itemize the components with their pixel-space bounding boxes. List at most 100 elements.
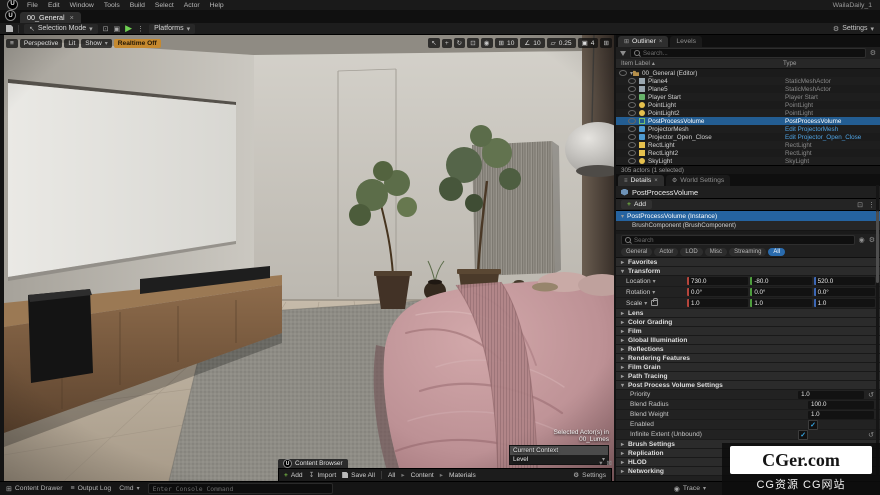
section-ppv-settings[interactable]: ▾Post Process Volume Settings xyxy=(616,381,880,390)
scale-tool-icon[interactable]: ⊡ xyxy=(467,38,479,48)
reset-icon[interactable]: ↺ xyxy=(868,391,874,399)
play-button[interactable]: ▶ xyxy=(125,23,132,34)
table-row-selected[interactable]: PostProcessVolumePostProcessVolume xyxy=(616,117,880,125)
tab-lod[interactable]: LOD xyxy=(680,248,702,256)
close-icon[interactable]: × xyxy=(70,13,74,22)
show-dropdown[interactable]: Show▾ xyxy=(81,39,112,48)
add-component-button[interactable]: + Add xyxy=(621,200,652,209)
tab-00-general[interactable]: 00_General × xyxy=(20,12,81,23)
tab-streaming[interactable]: Streaming xyxy=(729,248,766,256)
close-drawer-icon[interactable]: ⊠ xyxy=(607,459,612,467)
visibility-eye-icon[interactable] xyxy=(628,118,636,124)
chevron-down-icon[interactable]: ▾ xyxy=(644,300,647,307)
component-row-brush[interactable]: BrushComponent (BrushComponent) xyxy=(616,221,880,231)
table-row[interactable]: RectLight2RectLight xyxy=(616,149,880,157)
content-browser-tab[interactable]: U Content Browser xyxy=(278,459,348,468)
import-button[interactable]: ↧Import xyxy=(309,471,337,479)
close-icon[interactable]: × xyxy=(654,178,658,184)
menu-help[interactable]: Help xyxy=(205,2,229,9)
component-row-instance[interactable]: ▾ PostProcessVolume (Instance) xyxy=(616,211,880,221)
table-row[interactable]: PointLight2PointLight xyxy=(616,109,880,117)
menu-tools[interactable]: Tools xyxy=(99,2,125,9)
settings-label[interactable]: Settings xyxy=(842,25,867,32)
details-search-input[interactable]: Search xyxy=(621,235,855,245)
move-tool-icon[interactable]: + xyxy=(442,39,452,48)
scale-z-field[interactable]: 1.0 xyxy=(814,299,875,307)
visibility-eye-icon[interactable] xyxy=(628,126,636,132)
actor-type-edit-link[interactable]: Edit ProjectorMesh xyxy=(785,126,877,133)
details-scrollbar[interactable] xyxy=(876,185,879,475)
section-lens[interactable]: ▸Lens xyxy=(616,309,880,318)
rotation-y-field[interactable]: 0.0° xyxy=(750,288,811,296)
outliner-settings-icon[interactable]: ⚙ xyxy=(870,49,876,57)
menu-build[interactable]: Build xyxy=(125,2,150,9)
scale-y-field[interactable]: 1.0 xyxy=(750,299,811,307)
menu-file[interactable]: File xyxy=(22,2,43,9)
visibility-filter-icon[interactable]: ◉ xyxy=(859,236,865,244)
visibility-eye-icon[interactable] xyxy=(628,158,636,164)
play-options-icon[interactable]: ⋮ xyxy=(137,25,144,33)
section-film-grain[interactable]: ▸Film Grain xyxy=(616,363,880,372)
output-log-button[interactable]: ≡Output Log xyxy=(70,485,111,492)
table-row[interactable]: PointLightPointLight xyxy=(616,101,880,109)
menu-select[interactable]: Select xyxy=(150,2,179,9)
visibility-eye-icon[interactable] xyxy=(628,94,636,100)
view-mode-dropdown[interactable]: Lit xyxy=(64,39,79,48)
rotation-x-field[interactable]: 0.0° xyxy=(687,288,748,296)
viewport-menu-button[interactable]: ≡ xyxy=(6,39,18,48)
priority-field[interactable]: 1.0 xyxy=(798,391,864,399)
tab-general[interactable]: General xyxy=(621,248,652,256)
outliner-search-input[interactable]: Search... xyxy=(630,48,866,58)
tab-all[interactable]: All xyxy=(768,248,785,256)
tab-levels[interactable]: Levels xyxy=(670,36,702,47)
expand-icon[interactable]: ▾ xyxy=(621,213,624,220)
content-drawer-button[interactable]: ⊞Content Drawer xyxy=(6,485,62,493)
section-transform[interactable]: ▾Transform xyxy=(616,267,880,276)
visibility-eye-icon[interactable] xyxy=(628,78,636,84)
grid-snap-control[interactable]: ⊞10 xyxy=(495,38,519,48)
location-y-field[interactable]: -80.0 xyxy=(750,277,811,285)
dock-icon[interactable]: ▾ xyxy=(599,459,602,467)
location-x-field[interactable]: 730.0 xyxy=(687,277,748,285)
section-global-illumination[interactable]: ▸Global Illumination xyxy=(616,336,880,345)
selection-mode-dropdown[interactable]: ↖ Selection Mode ▾ xyxy=(24,24,98,34)
infinite-extent-checkbox[interactable]: ✓ xyxy=(798,430,808,440)
expand-icon[interactable]: ▾ xyxy=(630,70,633,77)
table-row[interactable]: Plane4StaticMeshActor xyxy=(616,77,880,85)
section-favorites[interactable]: ▸Favorites xyxy=(616,258,880,267)
blueprint-edit-icon[interactable]: ⊡ xyxy=(857,201,863,209)
table-row[interactable]: SkyLightSkyLight xyxy=(616,157,880,165)
breadcrumb-content[interactable]: Content xyxy=(411,472,434,479)
maximize-viewport-icon[interactable]: ⊞ xyxy=(600,38,612,48)
section-color-grading[interactable]: ▸Color Grading xyxy=(616,318,880,327)
column-item-label[interactable]: Item Label xyxy=(621,60,650,67)
blend-radius-field[interactable]: 100.0 xyxy=(808,401,874,409)
section-reflections[interactable]: ▸Reflections xyxy=(616,345,880,354)
3d-scene[interactable] xyxy=(4,35,614,481)
platforms-dropdown[interactable]: Platforms ▾ xyxy=(149,24,195,34)
console-input[interactable]: Enter Console Command xyxy=(148,483,333,494)
tab-outliner[interactable]: ⊞ Outliner × xyxy=(618,36,668,47)
visibility-eye-icon[interactable] xyxy=(628,110,636,116)
enabled-checkbox[interactable]: ✓ xyxy=(808,420,818,430)
viewport[interactable]: ≡ Perspective Lit Show▾ Realtime Off ↖ +… xyxy=(4,35,614,481)
blueprint-icon[interactable]: ⊡ xyxy=(103,25,109,33)
menu-edit[interactable]: Edit xyxy=(43,2,65,9)
visibility-eye-icon[interactable] xyxy=(628,86,636,92)
location-z-field[interactable]: 520.0 xyxy=(814,277,875,285)
table-row[interactable]: Plane5StaticMeshActor xyxy=(616,85,880,93)
table-row[interactable]: ▾ 00_General (Editor) xyxy=(616,69,880,77)
column-type[interactable]: Type xyxy=(783,60,875,67)
save-all-button[interactable]: Save All xyxy=(342,472,375,479)
camera-speed-control[interactable]: ▣4 xyxy=(578,38,599,48)
scale-x-field[interactable]: 1.0 xyxy=(687,299,748,307)
close-icon[interactable]: × xyxy=(659,39,663,45)
realtime-off-badge[interactable]: Realtime Off xyxy=(114,39,161,48)
table-row[interactable]: Player StartPlayer Start xyxy=(616,93,880,101)
filter-funnel-icon[interactable] xyxy=(620,51,626,56)
lock-icon[interactable] xyxy=(651,300,658,306)
tab-actor[interactable]: Actor xyxy=(654,248,678,256)
tab-misc[interactable]: Misc xyxy=(705,248,727,256)
table-row[interactable]: RectLightRectLight xyxy=(616,141,880,149)
actor-type-edit-link[interactable]: Edit Projector_Open_Close xyxy=(785,134,877,141)
